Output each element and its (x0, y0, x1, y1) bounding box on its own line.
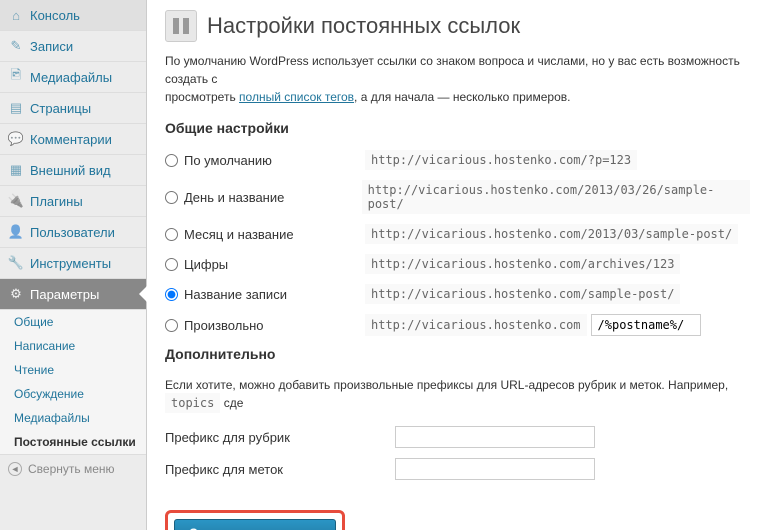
category-base-input[interactable] (395, 426, 595, 448)
save-button[interactable]: Сохранить изменения (174, 519, 336, 530)
optional-description: Если хотите, можно добавить произвольные… (165, 376, 750, 412)
settings-icon: ⚙ (8, 286, 24, 302)
optional-heading: Дополнительно (165, 346, 750, 362)
menu-label: Медиафайлы (30, 70, 112, 85)
users-icon: 👤 (8, 224, 24, 240)
menu-label: Пользователи (30, 225, 115, 240)
pin-icon: ✎ (8, 38, 24, 54)
submit-highlight: Сохранить изменения (165, 510, 345, 530)
sample-default: http://vicarious.hostenko.com/?p=123 (365, 150, 637, 170)
radio-label: Цифры (184, 257, 228, 272)
collapse-menu[interactable]: ◄ Свернуть меню (0, 454, 146, 483)
collapse-icon: ◄ (8, 462, 22, 476)
menu-plugins[interactable]: 🔌 Плагины (0, 186, 146, 217)
menu-appearance[interactable]: ▦ Внешний вид (0, 155, 146, 186)
sample-monthname: http://vicarious.hostenko.com/2013/03/sa… (365, 224, 738, 244)
menu-tools[interactable]: 🔧 Инструменты (0, 248, 146, 279)
media-icon: 🖻 (8, 69, 24, 85)
menu-label: Страницы (30, 101, 91, 116)
page-title: Настройки постоянных ссылок (207, 13, 520, 39)
menu-media[interactable]: 🖻 Медиафайлы (0, 62, 146, 93)
admin-sidebar: ⌂ Консоль ✎ Записи 🖻 Медиафайлы ▤ Страницы 💬… (0, 0, 147, 530)
menu-label: Комментарии (30, 132, 112, 147)
menu-posts[interactable]: ✎ Записи (0, 31, 146, 62)
menu-pages[interactable]: ▤ Страницы (0, 93, 146, 124)
menu-label: Плагины (30, 194, 83, 209)
sample-numeric: http://vicarious.hostenko.com/archives/1… (365, 254, 680, 274)
radio-label: По умолчанию (184, 153, 272, 168)
sample-dayname: http://vicarious.hostenko.com/2013/03/26… (362, 180, 750, 214)
collapse-label: Свернуть меню (28, 462, 115, 476)
menu-label: Записи (30, 39, 73, 54)
menu-users[interactable]: 👤 Пользователи (0, 217, 146, 248)
menu-label: Параметры (30, 287, 99, 302)
radio-postname[interactable] (165, 288, 178, 301)
radio-custom[interactable] (165, 319, 178, 332)
permalink-icon (165, 10, 197, 42)
sample-postname: http://vicarious.hostenko.com/sample-pos… (365, 284, 680, 304)
menu-label: Консоль (30, 8, 80, 23)
custom-prefix: http://vicarious.hostenko.com (365, 314, 587, 336)
radio-monthname[interactable] (165, 228, 178, 241)
menu-comments[interactable]: 💬 Комментарии (0, 124, 146, 155)
common-heading: Общие настройки (165, 120, 750, 136)
radio-label: День и название (184, 190, 284, 205)
menu-label: Инструменты (30, 256, 111, 271)
submenu-writing[interactable]: Написание (0, 334, 146, 358)
tools-icon: 🔧 (8, 255, 24, 271)
comment-icon: 💬 (8, 131, 24, 147)
page-description: По умолчанию WordPress использует ссылки… (165, 52, 750, 106)
radio-numeric[interactable] (165, 258, 178, 271)
radio-default[interactable] (165, 154, 178, 167)
submenu-general[interactable]: Общие (0, 310, 146, 334)
tag-base-input[interactable] (395, 458, 595, 480)
tag-base-label: Префикс для меток (165, 462, 395, 477)
settings-submenu: Общие Написание Чтение Обсуждение Медиаф… (0, 310, 146, 454)
custom-structure-input[interactable] (591, 314, 701, 336)
radio-label: Произвольно (184, 318, 264, 333)
page-icon: ▤ (8, 100, 24, 116)
tags-list-link[interactable]: полный список тегов (239, 90, 354, 104)
submenu-discussion[interactable]: Обсуждение (0, 382, 146, 406)
plugin-icon: 🔌 (8, 193, 24, 209)
radio-dayname[interactable] (165, 191, 178, 204)
radio-label: Название записи (184, 287, 287, 302)
submenu-media[interactable]: Медиафайлы (0, 406, 146, 430)
menu-label: Внешний вид (30, 163, 111, 178)
dashboard-icon: ⌂ (8, 7, 24, 23)
submenu-permalinks[interactable]: Постоянные ссылки (0, 430, 146, 454)
radio-label: Месяц и название (184, 227, 294, 242)
submenu-reading[interactable]: Чтение (0, 358, 146, 382)
menu-dashboard[interactable]: ⌂ Консоль (0, 0, 146, 31)
category-base-label: Префикс для рубрик (165, 430, 395, 445)
main-content: Настройки постоянных ссылок По умолчанию… (147, 0, 768, 530)
appearance-icon: ▦ (8, 162, 24, 178)
menu-settings[interactable]: ⚙ Параметры (0, 279, 146, 310)
